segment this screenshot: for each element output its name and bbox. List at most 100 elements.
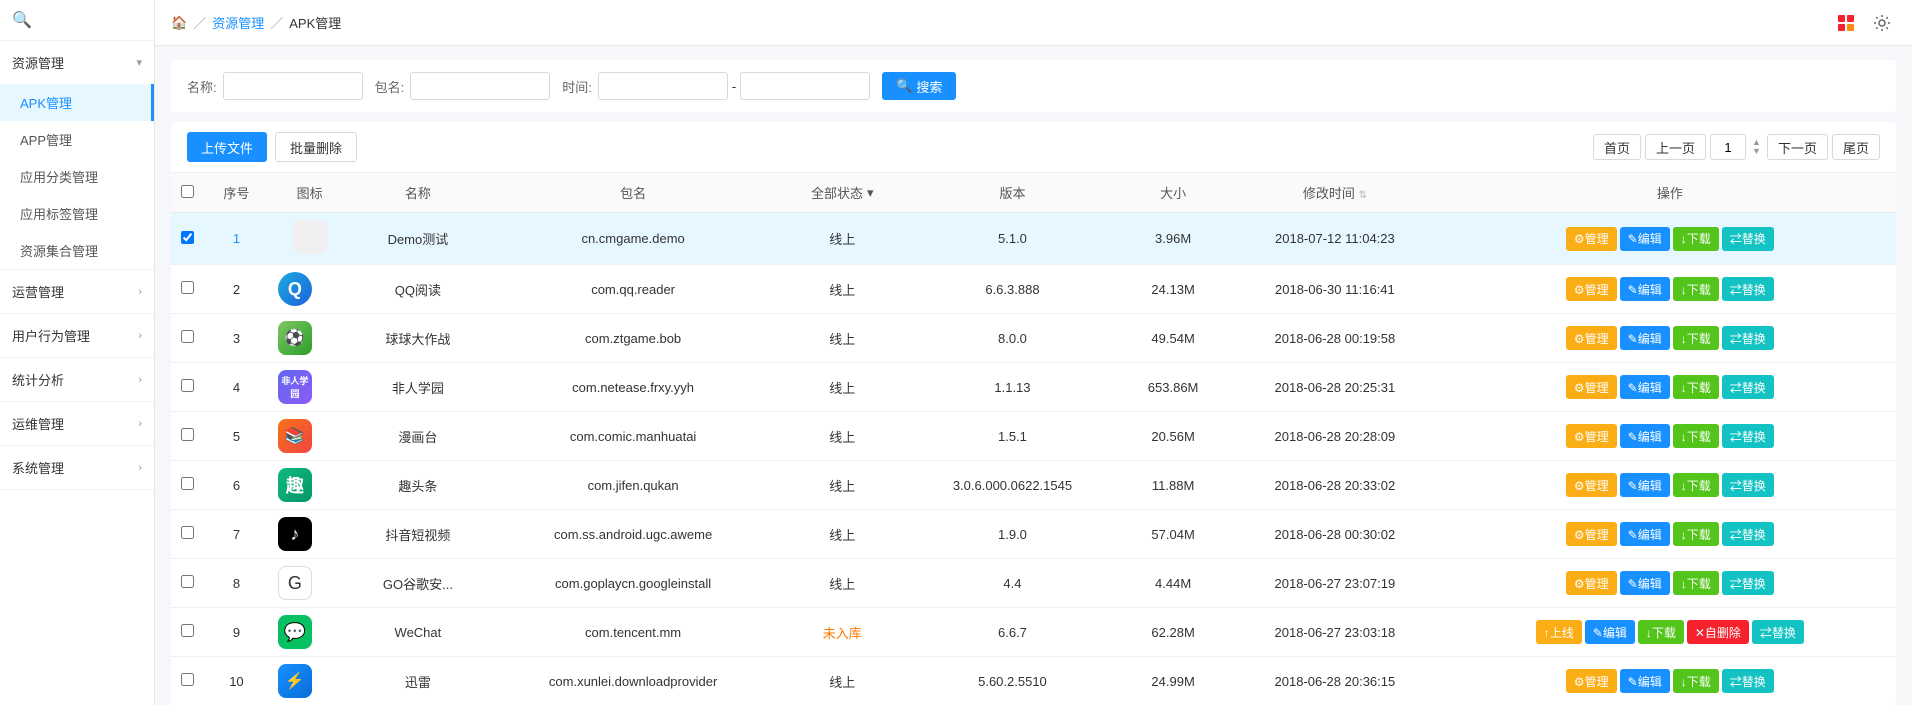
last-page-btn[interactable]: 尾页	[1832, 134, 1880, 160]
replace-btn[interactable]: ⇄替换	[1722, 473, 1774, 497]
manage-btn[interactable]: ⚙管理	[1566, 571, 1617, 595]
upload-button[interactable]: 上传文件	[187, 132, 267, 162]
download-btn[interactable]: ↓下载	[1673, 522, 1719, 546]
download-btn[interactable]: ↓下载	[1673, 473, 1719, 497]
row-checkbox[interactable]	[181, 673, 194, 686]
edit-btn[interactable]: ✎编辑	[1620, 424, 1670, 448]
batch-delete-button[interactable]: 批量删除	[275, 132, 357, 162]
download-btn[interactable]: ↓下载	[1673, 375, 1719, 399]
manage-btn[interactable]: ⚙管理	[1566, 522, 1617, 546]
app-name: 迅雷	[405, 675, 431, 690]
search-button[interactable]: 🔍 搜索	[882, 72, 956, 100]
sort-icon[interactable]: ⇅	[1359, 190, 1367, 201]
sidebar-item-category[interactable]: 应用分类管理	[0, 158, 154, 195]
gear-icon-btn[interactable]	[1868, 9, 1896, 37]
chevron-right-icon4: ›	[138, 418, 142, 430]
edit-btn[interactable]: ✎编辑	[1620, 473, 1670, 497]
manage-btn[interactable]: ⚙管理	[1566, 473, 1617, 497]
sidebar-group-maintain-title[interactable]: 运维管理 ›	[0, 402, 154, 445]
row-seq: 7	[233, 527, 240, 542]
page-header: 🏠 ／ 资源管理 ／ APK管理	[155, 0, 1912, 46]
modified-time: 2018-06-30 11:16:41	[1275, 282, 1395, 297]
sidebar-group-ops: 运营管理 ›	[0, 270, 154, 314]
page-down-arrow[interactable]: ▼	[1750, 147, 1763, 156]
replace-btn[interactable]: ⇄替换	[1752, 620, 1804, 644]
row-checkbox[interactable]	[181, 477, 194, 490]
replace-btn[interactable]: ⇄替换	[1722, 375, 1774, 399]
home-icon[interactable]: 🏠	[171, 15, 187, 31]
download-btn[interactable]: ↓下载	[1673, 424, 1719, 448]
row-seq: 10	[229, 674, 243, 689]
manage-btn[interactable]: ⚙管理	[1566, 277, 1617, 301]
download-btn[interactable]: ↓下载	[1673, 669, 1719, 693]
page-number-input[interactable]	[1710, 134, 1746, 160]
edit-btn[interactable]: ✎编辑	[1620, 571, 1670, 595]
table-row: 2 Q QQ阅读 com.qq.reader 线上 6.6.3.888 24.1…	[171, 265, 1896, 314]
sidebar-item-collection[interactable]: 资源集合管理	[0, 232, 154, 269]
sidebar-group-behavior-title[interactable]: 用户行为管理 ›	[0, 314, 154, 357]
manage-btn[interactable]: ⚙管理	[1566, 375, 1617, 399]
replace-btn[interactable]: ⇄替换	[1722, 326, 1774, 350]
replace-btn[interactable]: ⇄替换	[1722, 669, 1774, 693]
edit-btn[interactable]: ✎编辑	[1620, 375, 1670, 399]
select-all-checkbox[interactable]	[181, 185, 194, 198]
replace-btn[interactable]: ⇄替换	[1722, 571, 1774, 595]
row-checkbox[interactable]	[181, 526, 194, 539]
first-page-btn[interactable]: 首页	[1593, 134, 1641, 160]
download-btn[interactable]: ↓下载	[1673, 277, 1719, 301]
search-date-start-input[interactable]	[598, 72, 728, 100]
status-filter-dropdown-icon[interactable]: ▾	[867, 185, 874, 201]
replace-btn[interactable]: ⇄替换	[1722, 522, 1774, 546]
download-btn[interactable]: ↓下载	[1673, 227, 1719, 251]
sidebar-group-system-title[interactable]: 系统管理 ›	[0, 446, 154, 489]
grid-icon-btn[interactable]	[1832, 9, 1860, 37]
replace-btn[interactable]: ⇄替换	[1722, 277, 1774, 301]
delete-btn[interactable]: ✕自删除	[1687, 620, 1749, 644]
next-page-btn[interactable]: 下一页	[1767, 134, 1828, 160]
edit-btn[interactable]: ✎编辑	[1620, 227, 1670, 251]
size: 24.99M	[1151, 674, 1194, 689]
manage-btn[interactable]: ⚙管理	[1566, 669, 1617, 693]
header-size: 大小	[1120, 173, 1226, 213]
sidebar-item-app[interactable]: APP管理	[0, 121, 154, 158]
edit-btn[interactable]: ✎编辑	[1620, 277, 1670, 301]
sidebar-item-tag[interactable]: 应用标签管理	[0, 195, 154, 232]
row-checkbox[interactable]	[181, 330, 194, 343]
search-date-end-input[interactable]	[740, 72, 870, 100]
edit-btn[interactable]: ✎编辑	[1620, 326, 1670, 350]
manage-btn[interactable]: ⚙管理	[1566, 227, 1617, 251]
row-checkbox[interactable]	[181, 624, 194, 637]
sidebar-group-resource-title[interactable]: 资源管理 ▾	[0, 41, 154, 84]
row-checkbox[interactable]	[181, 575, 194, 588]
sidebar-group-behavior-label: 用户行为管理	[12, 326, 90, 345]
app-name: QQ阅读	[395, 283, 441, 298]
row-checkbox[interactable]	[181, 428, 194, 441]
download-btn[interactable]: ↓下载	[1638, 620, 1684, 644]
row-seq[interactable]: 1	[233, 231, 240, 246]
sidebar-search-area[interactable]: 🔍	[0, 0, 154, 41]
edit-btn[interactable]: ✎编辑	[1620, 669, 1670, 693]
row-checkbox[interactable]	[181, 379, 194, 392]
sidebar-group-stats-title[interactable]: 统计分析 ›	[0, 358, 154, 401]
sidebar-group-ops-title[interactable]: 运营管理 ›	[0, 270, 154, 313]
online-btn[interactable]: ↑上线	[1536, 620, 1582, 644]
edit-btn[interactable]: ✎编辑	[1585, 620, 1635, 644]
row-checkbox[interactable]	[181, 231, 194, 244]
search-icon[interactable]: 🔍	[12, 12, 32, 29]
edit-btn[interactable]: ✎编辑	[1620, 522, 1670, 546]
download-btn[interactable]: ↓下载	[1673, 571, 1719, 595]
replace-btn[interactable]: ⇄替换	[1722, 424, 1774, 448]
search-package-input[interactable]	[410, 72, 550, 100]
download-btn[interactable]: ↓下载	[1673, 326, 1719, 350]
prev-page-btn[interactable]: 上一页	[1645, 134, 1706, 160]
breadcrumb-resource[interactable]: 资源管理	[212, 13, 264, 32]
table-row: 4 非人学园 非人学园 com.netease.frxy.yyh 线上 1.1.…	[171, 363, 1896, 412]
sidebar-item-apk[interactable]: APK管理	[0, 84, 154, 121]
manage-btn[interactable]: ⚙管理	[1566, 326, 1617, 350]
modified-time: 2018-06-28 20:36:15	[1275, 674, 1396, 689]
modified-time: 2018-07-12 11:04:23	[1275, 231, 1395, 246]
search-name-input[interactable]	[223, 72, 363, 100]
manage-btn[interactable]: ⚙管理	[1566, 424, 1617, 448]
replace-btn[interactable]: ⇄替换	[1722, 227, 1774, 251]
row-checkbox[interactable]	[181, 281, 194, 294]
